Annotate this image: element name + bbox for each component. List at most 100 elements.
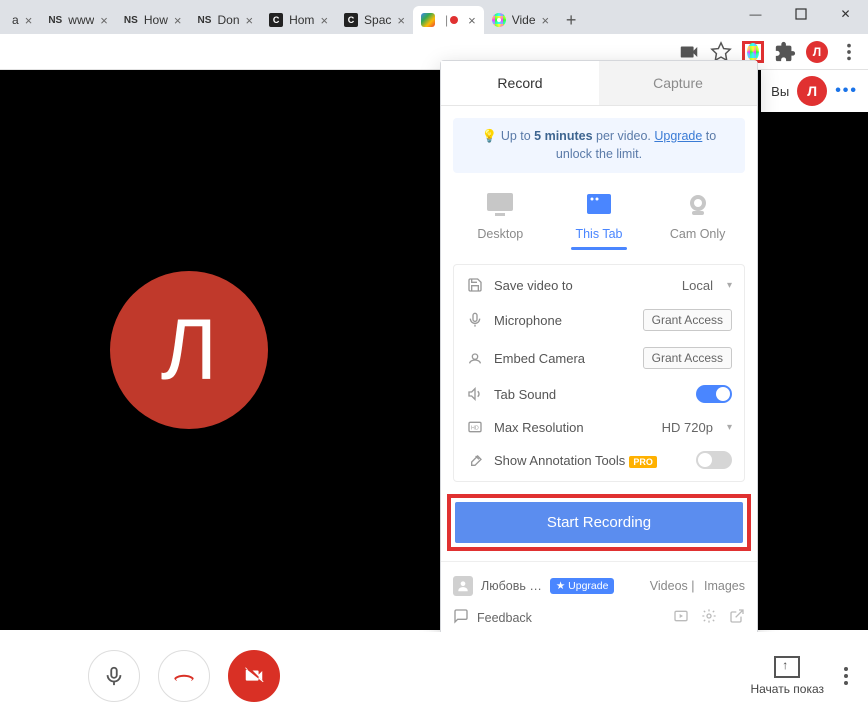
setting-label: Show Annotation ToolsPRO — [494, 453, 686, 468]
start-recording-highlight: Start Recording — [447, 494, 751, 551]
close-icon[interactable]: × — [397, 13, 405, 28]
row-save-video[interactable]: Save video to Local ▾ — [454, 269, 744, 301]
self-avatar[interactable]: Л — [797, 76, 827, 106]
ns-favicon-icon: NS — [124, 13, 138, 27]
setting-label: Max Resolution — [494, 420, 652, 435]
browser-tab[interactable]: NS Don × — [189, 6, 261, 34]
more-options-button[interactable] — [844, 664, 848, 688]
new-tab-button[interactable]: + — [557, 10, 585, 31]
tab-record[interactable]: Record — [441, 61, 599, 105]
mode-cam-only[interactable]: Cam Only — [658, 191, 738, 250]
sound-icon — [466, 386, 484, 402]
upgrade-promo: 💡 Up to 5 minutes per video. Upgrade to … — [453, 118, 745, 173]
present-label: Начать показ — [750, 682, 824, 696]
close-window-button[interactable]: ✕ — [823, 0, 868, 28]
close-icon[interactable]: × — [174, 13, 182, 28]
camera-off-button[interactable] — [228, 650, 280, 702]
tab-title: How — [144, 13, 168, 27]
chevron-down-icon: ▾ — [727, 280, 732, 291]
chevron-down-icon: ▾ — [727, 422, 732, 433]
tab-capture[interactable]: Capture — [599, 61, 757, 105]
tab-sound-toggle[interactable] — [696, 385, 732, 403]
save-icon — [466, 277, 484, 293]
ci-favicon-icon: C — [344, 13, 358, 27]
row-annotation-tools: Show Annotation ToolsPRO — [454, 443, 744, 477]
tab-title: a — [12, 13, 19, 27]
person-icon — [453, 576, 473, 596]
browser-tab[interactable]: NS How × — [116, 6, 190, 34]
upgrade-badge[interactable]: ★ Upgrade — [550, 578, 615, 594]
mode-this-tab[interactable]: This Tab — [559, 191, 639, 250]
annotation-toggle[interactable] — [696, 451, 732, 469]
browser-tab[interactable]: a × — [4, 6, 40, 34]
maximize-button[interactable] — [778, 0, 823, 28]
mode-label: Cam Only — [658, 227, 738, 241]
meet-bottom-bar: Начать показ — [0, 632, 868, 720]
close-icon[interactable]: × — [320, 13, 328, 28]
meet-favicon-icon — [421, 13, 435, 27]
row-tab-sound: Tab Sound — [454, 377, 744, 411]
tab-title: www — [68, 13, 94, 27]
setting-value: HD 720p — [662, 420, 713, 435]
popout-icon[interactable] — [729, 608, 745, 627]
meet-more-icon[interactable]: ••• — [835, 82, 858, 100]
screen-recorder-popup: Record Capture 💡 Up to 5 minutes per vid… — [440, 60, 758, 640]
setting-label: Microphone — [494, 313, 633, 328]
present-icon — [774, 656, 800, 678]
hangup-button[interactable] — [158, 650, 210, 702]
participant-avatar: Л — [110, 271, 268, 429]
gear-icon[interactable] — [701, 608, 717, 627]
play-icon[interactable] — [673, 608, 689, 627]
resolution-icon: HD — [466, 419, 484, 435]
svg-text:HD: HD — [471, 426, 479, 432]
close-icon[interactable]: × — [25, 13, 33, 28]
close-icon[interactable]: × — [542, 13, 550, 28]
setting-value: Local — [682, 278, 713, 293]
window-controls: — ✕ — [733, 0, 868, 28]
upgrade-link[interactable]: Upgrade — [654, 129, 702, 143]
setting-label: Save video to — [494, 278, 672, 293]
feedback-link[interactable]: Feedback — [477, 611, 532, 625]
ns-favicon-icon: NS — [48, 13, 62, 27]
ring-favicon-icon — [492, 13, 506, 27]
ns-favicon-icon: NS — [197, 13, 211, 27]
profile-avatar[interactable]: Л — [806, 41, 828, 63]
tab-title: Spac — [364, 13, 391, 27]
tab-title: Hom — [289, 13, 314, 27]
footer-links: Videos | Images — [644, 579, 745, 593]
recording-indicator-icon — [450, 16, 458, 24]
videos-link[interactable]: Videos — [650, 579, 688, 593]
browser-menu-button[interactable] — [838, 41, 860, 63]
tab-title: Vide — [512, 13, 536, 27]
self-label: Вы — [771, 84, 789, 99]
browser-tab[interactable]: Vide × — [484, 6, 557, 34]
close-icon[interactable]: × — [246, 13, 254, 28]
close-icon[interactable]: × — [468, 13, 476, 28]
extensions-puzzle-icon[interactable] — [774, 41, 796, 63]
feedback-icon — [453, 608, 469, 627]
mode-desktop[interactable]: Desktop — [460, 191, 540, 250]
mute-mic-button[interactable] — [88, 650, 140, 702]
user-name: Любовь … — [481, 579, 542, 593]
start-recording-button[interactable]: Start Recording — [455, 502, 743, 543]
browser-tab[interactable]: NS www × — [40, 6, 116, 34]
row-microphone: Microphone Grant Access — [454, 301, 744, 339]
tab-title: Don — [217, 13, 239, 27]
ring-icon — [747, 43, 759, 61]
row-max-resolution[interactable]: HD Max Resolution HD 720p ▾ — [454, 411, 744, 443]
images-link[interactable]: Images — [704, 579, 745, 593]
row-embed-camera: Embed Camera Grant Access — [454, 339, 744, 377]
browser-tab-active[interactable]: | × — [413, 6, 484, 34]
present-button[interactable]: Начать показ — [750, 656, 824, 696]
pro-badge: PRO — [629, 456, 657, 468]
browser-tab[interactable]: C Spac × — [336, 6, 413, 34]
setting-label: Embed Camera — [494, 351, 633, 366]
close-icon[interactable]: × — [100, 13, 108, 28]
browser-tab[interactable]: C Hom × — [261, 6, 336, 34]
grant-access-button[interactable]: Grant Access — [643, 347, 732, 369]
record-modes: Desktop This Tab Cam Only — [441, 185, 757, 258]
popup-tabs: Record Capture — [441, 61, 757, 106]
grant-access-button[interactable]: Grant Access — [643, 309, 732, 331]
ci-favicon-icon: C — [269, 13, 283, 27]
minimize-button[interactable]: — — [733, 0, 778, 28]
